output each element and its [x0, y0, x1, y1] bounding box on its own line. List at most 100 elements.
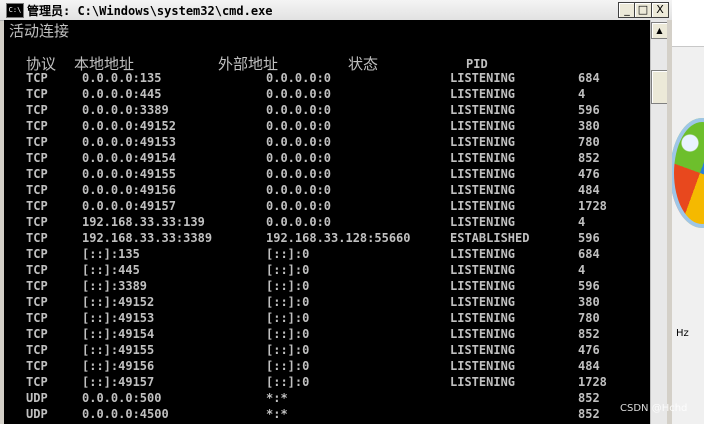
connection-list: TCP 0.0.0.0:135 0.0.0.0:0 LISTENING 684 TCP 0.…	[4, 70, 650, 422]
connection-row: TCP [::]:3389 [::]:0 LISTENING 596	[4, 278, 650, 294]
row-proto: TCP	[26, 327, 48, 341]
connection-row: TCP 192.168.33.33:139 0.0.0.0:0 LISTENING 4	[4, 214, 650, 230]
row-local-address: 0.0.0.0:49157	[82, 199, 176, 213]
connection-row: TCP 0.0.0.0:49152 0.0.0.0:0 LISTENING 380	[4, 118, 650, 134]
windows-logo	[672, 118, 704, 228]
row-pid: 684	[578, 247, 600, 261]
scroll-thumb[interactable]	[651, 70, 668, 104]
row-pid: 484	[578, 359, 600, 373]
connection-row: TCP 0.0.0.0:3389 0.0.0.0:0 LISTENING 596	[4, 102, 650, 118]
row-local-address: 0.0.0.0:500	[82, 391, 162, 405]
row-state: LISTENING	[450, 199, 516, 213]
row-local-address: [::]:49153	[82, 311, 155, 325]
row-local-address: [::]:135	[82, 247, 140, 261]
row-state: LISTENING	[450, 311, 516, 325]
close-button[interactable]: X	[651, 2, 669, 18]
row-pid: 484	[578, 183, 600, 197]
connection-row: UDP 0.0.0.0:4500 *:* 852	[4, 406, 650, 422]
row-foreign-address: [::]:0	[266, 247, 310, 261]
connection-row: TCP 0.0.0.0:445 0.0.0.0:0 LISTENING 4	[4, 86, 650, 102]
row-foreign-address: [::]:0	[266, 343, 310, 357]
row-proto: TCP	[26, 247, 48, 261]
row-state: LISTENING	[450, 119, 516, 133]
row-local-address: [::]:49156	[82, 359, 155, 373]
console-area[interactable]: 活动连接 协议 本地地址 外部地址 状态 PID TCP 0.0.0.0:135 0…	[4, 20, 650, 424]
row-proto: TCP	[26, 119, 48, 133]
connection-row: TCP [::]:49157 [::]:0 LISTENING 1728	[4, 374, 650, 390]
connection-row: TCP 0.0.0.0:49157 0.0.0.0:0 LISTENING 1728	[4, 198, 650, 214]
row-state: LISTENING	[450, 295, 516, 309]
row-pid: 1728	[578, 199, 607, 213]
row-foreign-address: 0.0.0.0:0	[266, 119, 332, 133]
scroll-up-arrow-icon[interactable]: ▲	[651, 22, 668, 39]
background-text: Hz	[676, 328, 689, 339]
connection-row: TCP [::]:49155 [::]:0 LISTENING 476	[4, 342, 650, 358]
row-proto: TCP	[26, 295, 48, 309]
row-local-address: [::]:49155	[82, 343, 155, 357]
row-local-address: 0.0.0.0:49155	[82, 167, 176, 181]
connection-row: TCP 0.0.0.0:49156 0.0.0.0:0 LISTENING 484	[4, 182, 650, 198]
row-local-address: 0.0.0.0:4500	[82, 407, 169, 421]
maximize-button[interactable]: □	[634, 2, 652, 18]
row-proto: TCP	[26, 87, 48, 101]
row-state: LISTENING	[450, 183, 516, 197]
row-state: LISTENING	[450, 343, 516, 357]
row-state: LISTENING	[450, 215, 516, 229]
row-pid: 596	[578, 103, 600, 117]
row-local-address: [::]:49152	[82, 295, 155, 309]
row-foreign-address: [::]:0	[266, 327, 310, 341]
row-foreign-address: 192.168.33.128:55660	[266, 231, 411, 245]
row-foreign-address: [::]:0	[266, 375, 310, 389]
row-proto: TCP	[26, 151, 48, 165]
row-proto: TCP	[26, 231, 48, 245]
row-foreign-address: 0.0.0.0:0	[266, 167, 332, 181]
row-foreign-address: *:*	[266, 407, 288, 421]
row-local-address: 0.0.0.0:49154	[82, 151, 176, 165]
row-local-address: 0.0.0.0:49156	[82, 183, 176, 197]
connection-row: TCP 192.168.33.33:3389 192.168.33.128:5566…	[4, 230, 650, 246]
row-foreign-address: [::]:0	[266, 295, 310, 309]
row-pid: 4	[578, 263, 586, 277]
row-local-address: 0.0.0.0:135	[82, 71, 162, 85]
row-pid: 4	[578, 87, 586, 101]
row-state: LISTENING	[450, 359, 516, 373]
cmd-window: C:\ 管理员: C:\Windows\system32\cmd.exe _ □…	[0, 0, 672, 424]
row-proto: TCP	[26, 71, 48, 85]
title-bar[interactable]: C:\ 管理员: C:\Windows\system32\cmd.exe _ □…	[0, 0, 672, 21]
row-foreign-address: [::]:0	[266, 311, 310, 325]
row-proto: TCP	[26, 343, 48, 357]
row-proto: UDP	[26, 407, 48, 421]
connection-row: TCP [::]:49154 [::]:0 LISTENING 852	[4, 326, 650, 342]
column-pid: PID	[466, 57, 488, 71]
row-pid: 476	[578, 167, 600, 181]
row-state: LISTENING	[450, 375, 516, 389]
row-pid: 852	[578, 407, 600, 421]
connection-row: TCP [::]:135 [::]:0 LISTENING 684	[4, 246, 650, 262]
vertical-scrollbar[interactable]: ▲	[650, 20, 668, 424]
row-proto: TCP	[26, 215, 48, 229]
row-local-address: [::]:3389	[82, 279, 148, 293]
connection-row: TCP [::]:49153 [::]:0 LISTENING 780	[4, 310, 650, 326]
row-foreign-address: *:*	[266, 391, 288, 405]
connection-row: TCP [::]:49152 [::]:0 LISTENING 380	[4, 294, 650, 310]
row-foreign-address: 0.0.0.0:0	[266, 199, 332, 213]
cmd-icon[interactable]: C:\	[6, 3, 24, 18]
row-proto: TCP	[26, 167, 48, 181]
row-foreign-address: 0.0.0.0:0	[266, 183, 332, 197]
row-local-address: 192.168.33.33:3389	[82, 231, 213, 245]
row-pid: 852	[578, 391, 600, 405]
row-proto: TCP	[26, 311, 48, 325]
connection-row: TCP 0.0.0.0:49154 0.0.0.0:0 LISTENING 852	[4, 150, 650, 166]
row-local-address: [::]:445	[82, 263, 140, 277]
row-proto: TCP	[26, 183, 48, 197]
row-pid: 380	[578, 295, 600, 309]
row-proto: TCP	[26, 135, 48, 149]
row-foreign-address: 0.0.0.0:0	[266, 151, 332, 165]
row-state: LISTENING	[450, 87, 516, 101]
row-foreign-address: 0.0.0.0:0	[266, 215, 332, 229]
row-proto: UDP	[26, 391, 48, 405]
row-pid: 1728	[578, 375, 607, 389]
row-pid: 380	[578, 119, 600, 133]
row-state: LISTENING	[450, 71, 516, 85]
row-state: LISTENING	[450, 103, 516, 117]
